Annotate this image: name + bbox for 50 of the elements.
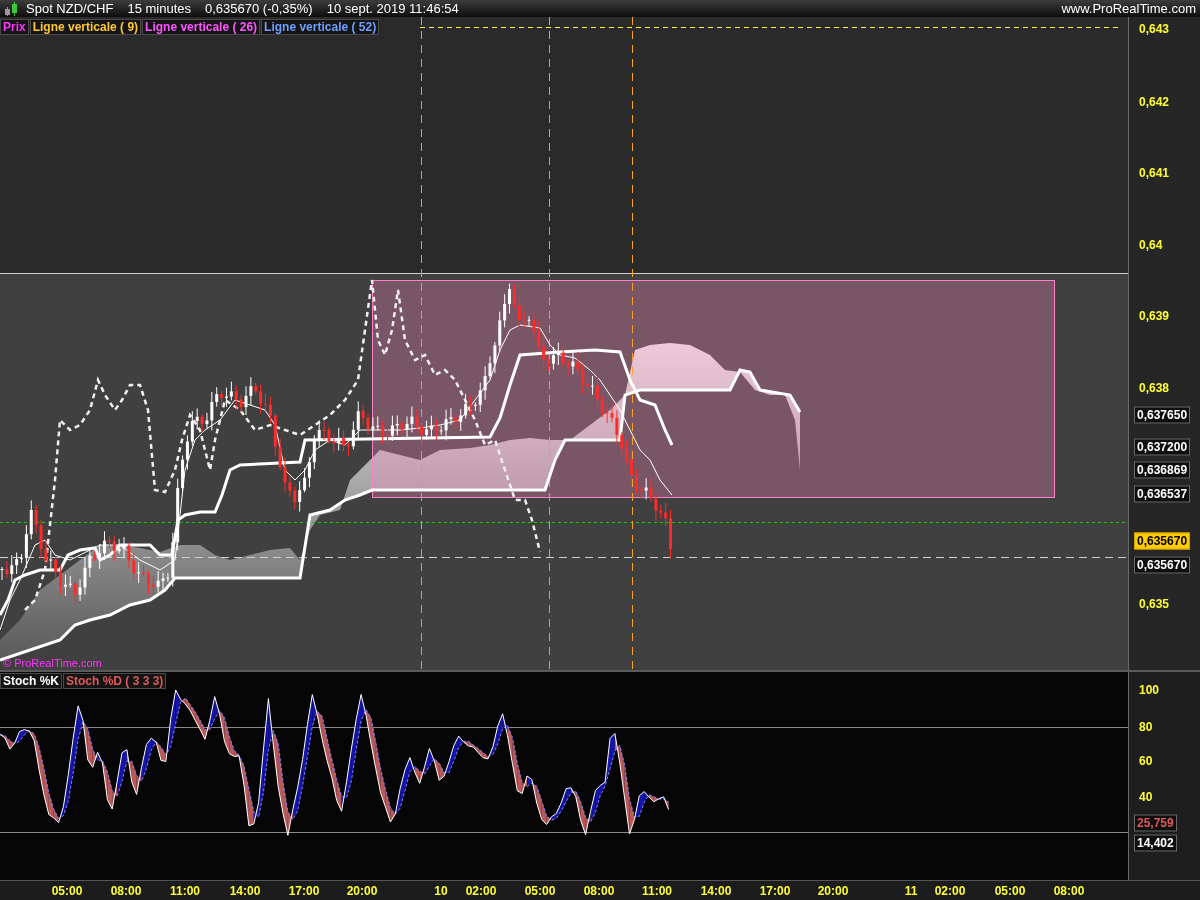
time-label: 05:00 [994, 884, 1026, 898]
axis-label: 0,635 [1139, 597, 1170, 611]
current-price-tag: 0,635670 [1134, 532, 1191, 550]
axis-label: 0,638 [1139, 381, 1170, 395]
timestamp: 10 sept. 2019 11:46:54 [326, 1, 459, 16]
time-label: 05:00 [524, 884, 556, 898]
value-tag: 25,759 [1134, 814, 1177, 832]
legend-item: Ligne verticale ( 52) [261, 19, 380, 35]
axis-label: 80 [1139, 720, 1153, 734]
price-tag: 0,636537 [1134, 485, 1191, 503]
time-label: 17:00 [288, 884, 320, 898]
price-tag: 0,637200 [1134, 438, 1191, 456]
time-label: 20:00 [817, 884, 849, 898]
time-label: 08:00 [583, 884, 615, 898]
time-label: 08:00 [1053, 884, 1085, 898]
axis-label: 40 [1139, 790, 1153, 804]
axis-label: 0,64 [1139, 238, 1163, 252]
axis-label: 0,641 [1139, 166, 1170, 180]
time-label: 10 [434, 884, 448, 898]
legend-item: Ligne verticale ( 9) [29, 19, 142, 35]
time-label: 11:00 [642, 884, 672, 898]
interval-label: 15 minutes [127, 1, 191, 16]
legend-item: Ligne verticale ( 26) [142, 19, 261, 35]
instrument-name: Spot NZD/CHF [26, 1, 114, 16]
price-tag: 0,635670 [1134, 556, 1191, 574]
time-label: 02:00 [934, 884, 966, 898]
axis-label: 0,643 [1139, 22, 1170, 36]
candlestick-icon [4, 1, 18, 16]
axis-label: 60 [1139, 754, 1153, 768]
price-tag: 0,637650 [1134, 406, 1191, 424]
time-label: 08:00 [110, 884, 142, 898]
axis-label: 0,642 [1139, 95, 1170, 109]
copyright-text: © ProRealTime.com [3, 657, 102, 669]
legend-item: Stoch %K [0, 673, 62, 689]
value-tag: 14,402 [1134, 834, 1177, 852]
time-label: 20:00 [346, 884, 378, 898]
time-label: 14:00 [229, 884, 261, 898]
website-text: www.ProRealTime.com [1061, 1, 1196, 16]
time-label: 05:00 [51, 884, 83, 898]
time-label: 02:00 [465, 884, 497, 898]
time-label: 17:00 [759, 884, 791, 898]
time-label: 14:00 [700, 884, 732, 898]
axis-label: 100 [1139, 683, 1160, 697]
legend-item: Prix [0, 19, 29, 35]
axis-label: 0,639 [1139, 309, 1170, 323]
time-label: 11 [904, 884, 918, 898]
time-label: 11:00 [170, 884, 200, 898]
last-price: 0,635670 (-0,35%) [205, 1, 313, 16]
legend-item: Stoch %D ( 3 3 3) [63, 673, 167, 689]
price-tag: 0,636869 [1134, 461, 1191, 479]
